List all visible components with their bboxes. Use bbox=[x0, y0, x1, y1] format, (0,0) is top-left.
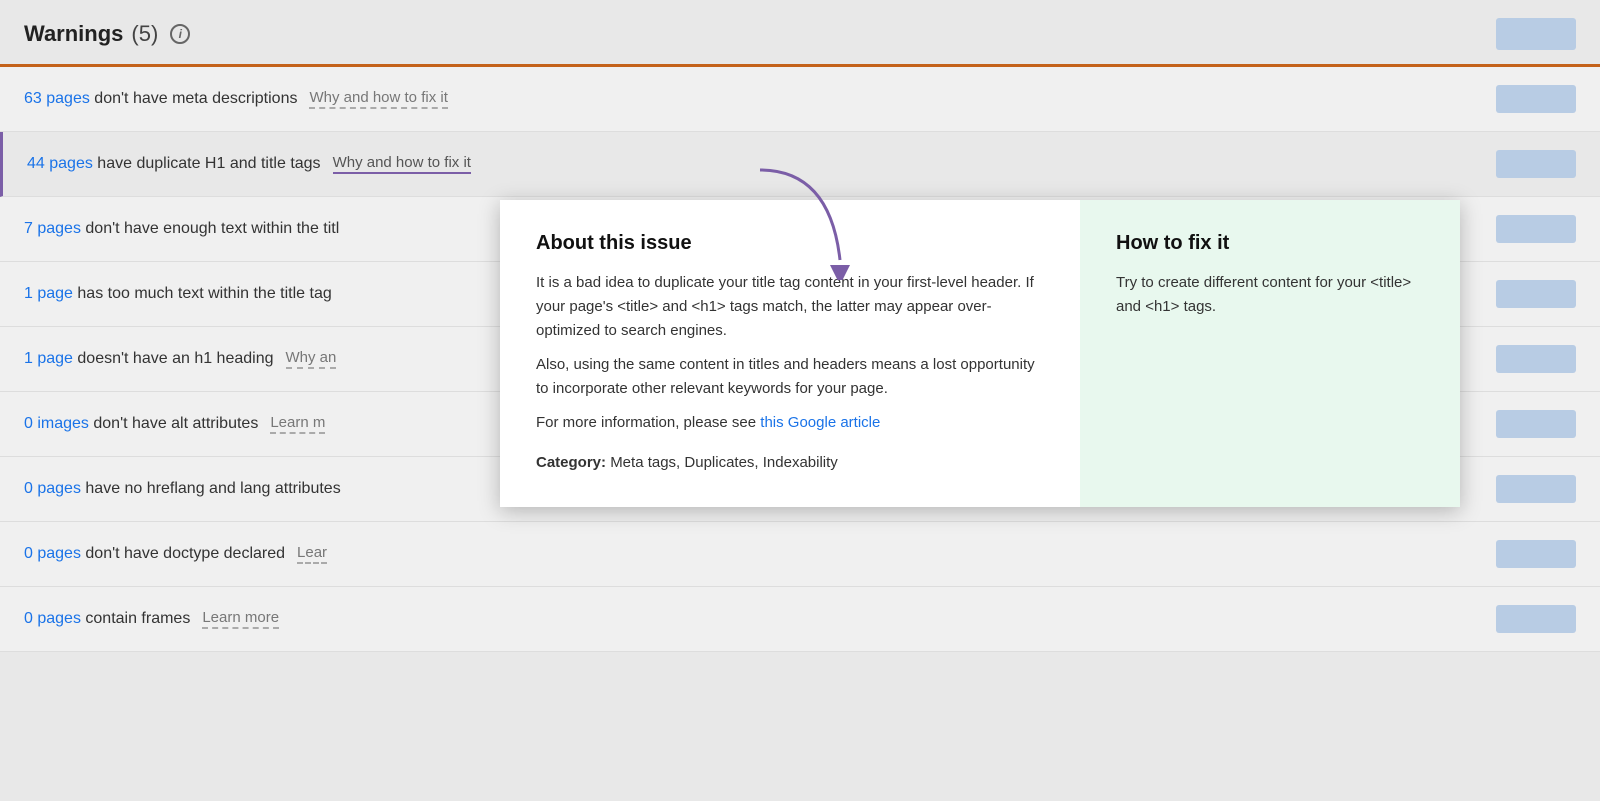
why-fix-no-alt[interactable]: Learn m bbox=[270, 414, 325, 434]
row-duplicate-h1-text: 44 pages have duplicate H1 and title tag… bbox=[27, 155, 321, 173]
popup-about-para2: Also, using the same content in titles a… bbox=[536, 353, 1044, 401]
row-duplicate-h1-link[interactable]: 44 pages bbox=[27, 155, 93, 172]
warnings-count: (5) bbox=[131, 21, 158, 47]
header-title: Warnings (5) i bbox=[24, 21, 190, 47]
row-no-alt-link[interactable]: 0 images bbox=[24, 415, 89, 432]
popup-about-title: About this issue bbox=[536, 232, 1044, 255]
popup-howtofix-text: Try to create different content for your… bbox=[1116, 271, 1424, 319]
row-no-alt-button[interactable] bbox=[1496, 410, 1576, 438]
popup-howtofix-title: How to fix it bbox=[1116, 232, 1424, 255]
row-doctype-button[interactable] bbox=[1496, 540, 1576, 568]
row-too-much-text-label: 1 page has too much text within the titl… bbox=[24, 285, 332, 303]
popup-left-panel: About this issue It is a bad idea to dup… bbox=[500, 200, 1080, 507]
row-doctype-label: 0 pages don't have doctype declared bbox=[24, 545, 285, 563]
row-hreflang-label: 0 pages have no hreflang and lang attrib… bbox=[24, 480, 341, 498]
why-fix-duplicate-h1[interactable]: Why and how to fix it bbox=[333, 154, 471, 174]
popup-category: Category: Meta tags, Duplicates, Indexab… bbox=[536, 451, 1044, 475]
why-fix-no-h1[interactable]: Why an bbox=[286, 349, 337, 369]
row-not-enough-text-button[interactable] bbox=[1496, 215, 1576, 243]
header-bar: Warnings (5) i bbox=[0, 0, 1600, 67]
category-value: Meta tags, Duplicates, Indexability bbox=[610, 454, 838, 471]
popup-right-panel: How to fix it Try to create different co… bbox=[1080, 200, 1460, 507]
row-meta-desc-text: 63 pages don't have meta descriptions bbox=[24, 90, 297, 108]
header-export-button[interactable] bbox=[1496, 18, 1576, 50]
info-icon[interactable]: i bbox=[170, 24, 190, 44]
why-fix-meta-desc[interactable]: Why and how to fix it bbox=[309, 89, 447, 109]
row-frames: 0 pages contain frames Learn more bbox=[0, 587, 1600, 652]
row-no-h1-button[interactable] bbox=[1496, 345, 1576, 373]
popup-about-link-text: For more information, please see this Go… bbox=[536, 411, 1044, 435]
row-meta-desc-button[interactable] bbox=[1496, 85, 1576, 113]
row-frames-link[interactable]: 0 pages bbox=[24, 610, 81, 627]
popup-about-para1: It is a bad idea to duplicate your title… bbox=[536, 271, 1044, 343]
row-no-alt-label: 0 images don't have alt attributes bbox=[24, 415, 258, 433]
row-hreflang-link[interactable]: 0 pages bbox=[24, 480, 81, 497]
row-hreflang-button[interactable] bbox=[1496, 475, 1576, 503]
main-container: Warnings (5) i 63 pages don't have meta … bbox=[0, 0, 1600, 801]
row-doctype-link[interactable]: 0 pages bbox=[24, 545, 81, 562]
row-frames-label: 0 pages contain frames bbox=[24, 610, 190, 628]
row-frames-button[interactable] bbox=[1496, 605, 1576, 633]
row-doctype: 0 pages don't have doctype declared Lear bbox=[0, 522, 1600, 587]
category-label: Category: bbox=[536, 454, 606, 471]
row-no-h1-link[interactable]: 1 page bbox=[24, 350, 73, 367]
google-article-link[interactable]: this Google article bbox=[760, 414, 880, 431]
row-duplicate-h1-button[interactable] bbox=[1496, 150, 1576, 178]
learn-more-frames[interactable]: Learn more bbox=[202, 609, 279, 629]
row-no-h1-label: 1 page doesn't have an h1 heading bbox=[24, 350, 274, 368]
why-fix-doctype[interactable]: Lear bbox=[297, 544, 327, 564]
row-not-enough-text-link[interactable]: 7 pages bbox=[24, 220, 81, 237]
warnings-label: Warnings bbox=[24, 21, 123, 47]
row-meta-desc: 63 pages don't have meta descriptions Wh… bbox=[0, 67, 1600, 132]
popup-overlay: About this issue It is a bad idea to dup… bbox=[500, 200, 1460, 507]
row-duplicate-h1: 44 pages have duplicate H1 and title tag… bbox=[0, 132, 1600, 197]
row-too-much-text-button[interactable] bbox=[1496, 280, 1576, 308]
row-not-enough-text-label: 7 pages don't have enough text within th… bbox=[24, 220, 339, 238]
row-too-much-text-link[interactable]: 1 page bbox=[24, 285, 73, 302]
row-meta-desc-link[interactable]: 63 pages bbox=[24, 90, 90, 107]
